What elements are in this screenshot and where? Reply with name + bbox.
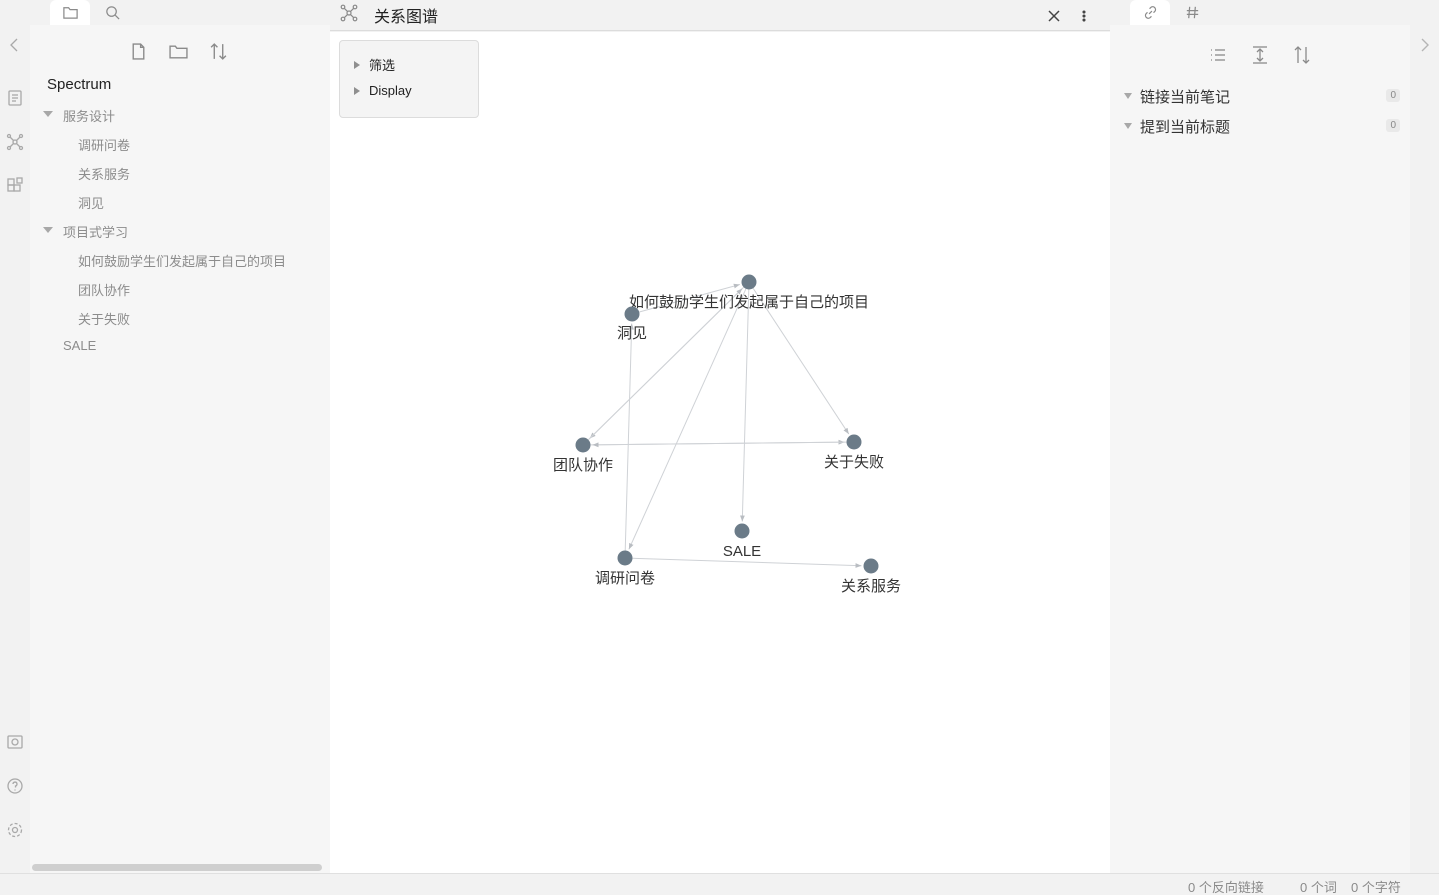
char-count: 0 个字符: [1351, 880, 1401, 895]
tab-tags[interactable]: [1172, 0, 1212, 25]
graph-view[interactable]: 如何鼓励学生们发起属于自己的项目洞见团队协作 关于失败 SALE 调研问卷 关系服务 筛…: [330, 32, 1110, 873]
link-icon: [1144, 6, 1156, 19]
list-view-button[interactable]: [1206, 43, 1230, 67]
status-bar: 0 个反向链接 0 个词 0 个字符: [0, 873, 1439, 895]
graph-icon[interactable]: [5, 132, 25, 152]
tree-file[interactable]: 关于失败: [78, 309, 130, 328]
tab-backlinks[interactable]: [1130, 0, 1170, 25]
more-options-button[interactable]: [1074, 6, 1094, 26]
close-icon: [1048, 10, 1060, 22]
graph-edge: [624, 323, 634, 551]
graph-node-label[interactable]: 调研问卷: [595, 570, 655, 587]
left-ribbon: [0, 0, 30, 873]
graph-node-label[interactable]: 团队协作: [553, 457, 613, 474]
tree-folder-project-learning[interactable]: 项目式学习: [63, 222, 128, 241]
tree-file[interactable]: 关系服务: [78, 164, 130, 183]
file-explorer: Spectrum 服务设计 调研问卷 关系服务 洞见 项目式学习 如何鼓励学生们…: [30, 25, 330, 873]
graph-node[interactable]: [863, 558, 879, 574]
new-note-button[interactable]: [126, 39, 150, 63]
word-count: 0 个词: [1300, 880, 1337, 895]
display-label: Display: [369, 83, 412, 98]
view-header: 关系图谱: [330, 0, 1110, 31]
explorer-toolbar: [30, 39, 330, 63]
filter-section-toggle[interactable]: 筛选: [354, 55, 395, 74]
note-icon[interactable]: [5, 88, 25, 108]
graph-node[interactable]: [734, 523, 750, 539]
graph-icon: [339, 3, 359, 23]
chevron-right-icon: [354, 60, 360, 69]
tree-file[interactable]: 调研问卷: [78, 135, 130, 154]
chevron-left-icon[interactable]: [5, 35, 25, 55]
graph-node[interactable]: [624, 306, 640, 322]
tab-file-explorer[interactable]: [50, 0, 90, 25]
collapse-button[interactable]: [1248, 43, 1272, 67]
view-title: 关系图谱: [374, 9, 439, 26]
graph-controls: 筛选 Display: [339, 40, 479, 118]
vault-name: Spectrum: [47, 76, 112, 93]
chevron-down-icon[interactable]: [43, 227, 53, 233]
vault-icon[interactable]: [5, 732, 25, 752]
tree-file[interactable]: SALE: [63, 338, 96, 353]
settings-icon[interactable]: [5, 820, 25, 840]
unlinked-mentions-label: 提到当前标题: [1140, 118, 1231, 136]
graph-node-label[interactable]: 关系服务: [841, 578, 901, 595]
graph-node[interactable]: [741, 274, 757, 290]
graph-node-label[interactable]: SALE: [723, 543, 761, 560]
graph-edge: [592, 441, 847, 448]
list-icon: [1211, 49, 1225, 61]
sort-button[interactable]: [1290, 43, 1314, 67]
graph-edge: [588, 288, 743, 441]
chevron-right-icon: [354, 86, 360, 95]
close-button[interactable]: [1044, 6, 1064, 26]
help-icon[interactable]: [5, 776, 25, 796]
more-icon: [1082, 10, 1086, 22]
display-section-toggle[interactable]: Display: [354, 83, 412, 98]
graph-edge: [740, 289, 750, 522]
hash-icon: [1186, 6, 1198, 19]
collapse-icon: [1253, 46, 1267, 64]
filter-label: 筛选: [369, 58, 396, 73]
sort-icon: [210, 42, 226, 60]
backlink-count: 0 个反向链接: [1188, 880, 1264, 895]
count-badge: 0: [1386, 89, 1400, 102]
chevron-right-icon[interactable]: [1417, 36, 1433, 54]
graph-node[interactable]: [575, 437, 591, 453]
tree-file[interactable]: 洞见: [78, 193, 104, 212]
tab-search[interactable]: [92, 0, 132, 25]
graph-node-label[interactable]: 关于失败: [824, 454, 884, 471]
sort-button[interactable]: [206, 39, 230, 63]
graph-node[interactable]: [617, 550, 633, 566]
sort-icon: [1294, 46, 1310, 64]
graph-node[interactable]: [846, 434, 862, 450]
left-sidebar-tabs: [30, 0, 330, 25]
right-ribbon: [1410, 0, 1439, 873]
tree-folder-service-design[interactable]: 服务设计: [63, 106, 115, 125]
chevron-down-icon: [1124, 93, 1132, 99]
graph-canvas[interactable]: 如何鼓励学生们发起属于自己的项目洞见团队协作 关于失败 SALE 调研问卷 关系服务: [330, 32, 1110, 873]
graph-node-label[interactable]: 洞见: [617, 325, 647, 342]
plugins-icon[interactable]: [5, 176, 25, 196]
chevron-down-icon[interactable]: [43, 111, 53, 117]
linked-mentions-label: 链接当前笔记: [1140, 88, 1231, 106]
graph-node-label[interactable]: 如何鼓励学生们发起属于自己的项目: [629, 294, 869, 311]
search-icon: [105, 6, 120, 20]
unlinked-mentions-header[interactable]: 提到当前标题 0: [1124, 115, 1400, 137]
new-note-icon: [132, 42, 144, 60]
new-folder-icon: [168, 45, 188, 59]
linked-mentions-header[interactable]: 链接当前笔记 0: [1124, 85, 1400, 107]
right-sidebar-tabs: [1110, 0, 1410, 25]
horizontal-scrollbar[interactable]: [32, 864, 322, 871]
backlinks-panel: 链接当前笔记 0 提到当前标题 0: [1110, 25, 1410, 873]
tree-file[interactable]: 团队协作: [78, 280, 130, 299]
folder-icon: [62, 7, 78, 19]
tree-file[interactable]: 如何鼓励学生们发起属于自己的项目: [78, 251, 286, 270]
new-folder-button[interactable]: [166, 39, 190, 63]
chevron-down-icon: [1124, 123, 1132, 129]
count-badge: 0: [1386, 119, 1400, 132]
